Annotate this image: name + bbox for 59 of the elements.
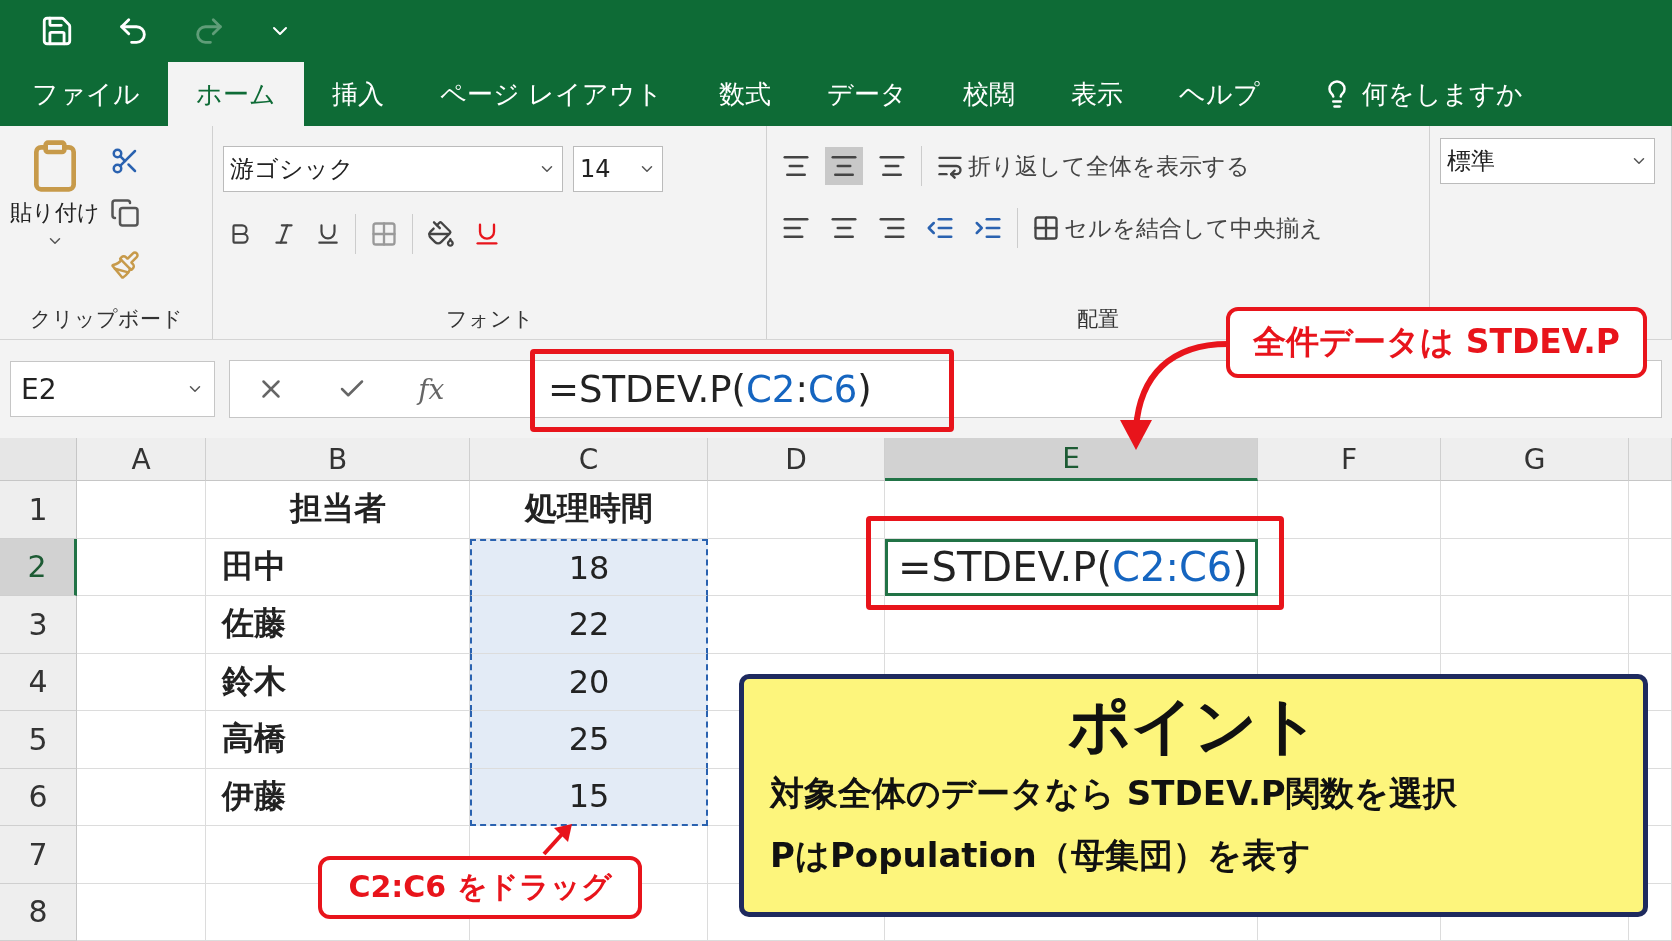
row-header[interactable]: 6 — [0, 768, 77, 826]
ribbon-tab[interactable]: 挿入 — [304, 62, 412, 126]
empty-cell — [1629, 538, 1672, 596]
copy-icon[interactable] — [110, 198, 140, 228]
merge-icon — [1032, 214, 1060, 242]
formula-bar[interactable]: fx =STDEV.P(C2:C6) — [229, 360, 1662, 418]
merge-center-button[interactable]: セルを結合して中央揃え — [1028, 208, 1327, 248]
wrap-text-button[interactable]: 折り返して全体を表示する — [932, 146, 1254, 186]
ribbon-tab[interactable]: データ — [799, 62, 936, 126]
active-cell[interactable]: =STDEV.P(C2:C6) — [885, 538, 1258, 596]
underline-icon — [315, 221, 341, 247]
table-cell: 18 — [470, 538, 708, 596]
row-header[interactable]: 8 — [0, 883, 77, 941]
ribbon-tab[interactable]: ファイル — [4, 62, 168, 126]
row-header[interactable]: 3 — [0, 596, 77, 654]
column-header[interactable]: F — [1258, 438, 1441, 481]
grid-icon — [370, 220, 398, 248]
point-text: PはPopulation（母集団）を表す — [770, 833, 1312, 877]
ribbon-tab[interactable]: ホーム — [168, 62, 304, 126]
insert-function-button[interactable]: fx — [418, 372, 445, 406]
tell-me-field[interactable]: 何をしますか — [1288, 62, 1524, 126]
row-header[interactable]: 5 — [0, 711, 77, 769]
column-header[interactable]: E — [885, 438, 1258, 481]
row-header[interactable]: 7 — [0, 826, 77, 884]
paint-bucket-icon — [427, 220, 455, 248]
save-icon[interactable] — [40, 14, 74, 48]
ribbon-tab[interactable]: 校閲 — [935, 62, 1044, 126]
row-header[interactable]: 4 — [0, 653, 77, 711]
font-size-dropdown[interactable]: 14 — [573, 146, 663, 192]
empty-cell — [1629, 596, 1672, 654]
callout-label: 全件データは STDEV.P — [1226, 307, 1647, 378]
paste-button[interactable]: 貼り付け — [10, 138, 100, 305]
group-label: フォント — [444, 306, 535, 333]
group-label: クリップボード — [28, 306, 184, 333]
row-header[interactable]: 1 — [0, 481, 77, 539]
name-box[interactable]: E2 — [10, 361, 215, 417]
ribbon-tab[interactable]: 数式 — [691, 62, 800, 126]
ribbon-tab[interactable]: ページ レイアウト — [412, 62, 692, 126]
row-header[interactable]: 2 — [0, 538, 77, 596]
font-name-dropdown[interactable]: 游ゴシック — [223, 146, 563, 192]
table-cell: 15 — [470, 768, 708, 826]
table-cell: 25 — [470, 711, 708, 769]
column-header[interactable]: G — [1441, 438, 1629, 481]
callout-label: C2:C6 をドラッグ — [318, 856, 642, 919]
table-cell: 処理時間 — [470, 481, 708, 539]
formula-text: =STDEV.P(C2:C6) — [548, 367, 872, 411]
column-header[interactable]: B — [206, 438, 470, 481]
ribbon-tab[interactable]: 表示 — [1043, 62, 1152, 126]
table-cell: 20 — [470, 653, 708, 711]
column-header[interactable]: A — [77, 438, 206, 481]
table-cell: 22 — [470, 596, 708, 654]
group-label: 配置 — [1076, 306, 1120, 333]
number-format-dropdown[interactable]: 標準 — [1440, 138, 1655, 184]
column-header[interactable]: C — [470, 438, 708, 481]
point-title: ポイント — [1066, 689, 1321, 764]
point-text: 対象全体のデータなら STDEV.P関数を選択 — [770, 772, 1458, 816]
ribbon-tab[interactable]: ヘルプ — [1151, 62, 1289, 126]
middle-align-button[interactable] — [825, 147, 863, 185]
column-header[interactable]: D — [708, 438, 885, 481]
